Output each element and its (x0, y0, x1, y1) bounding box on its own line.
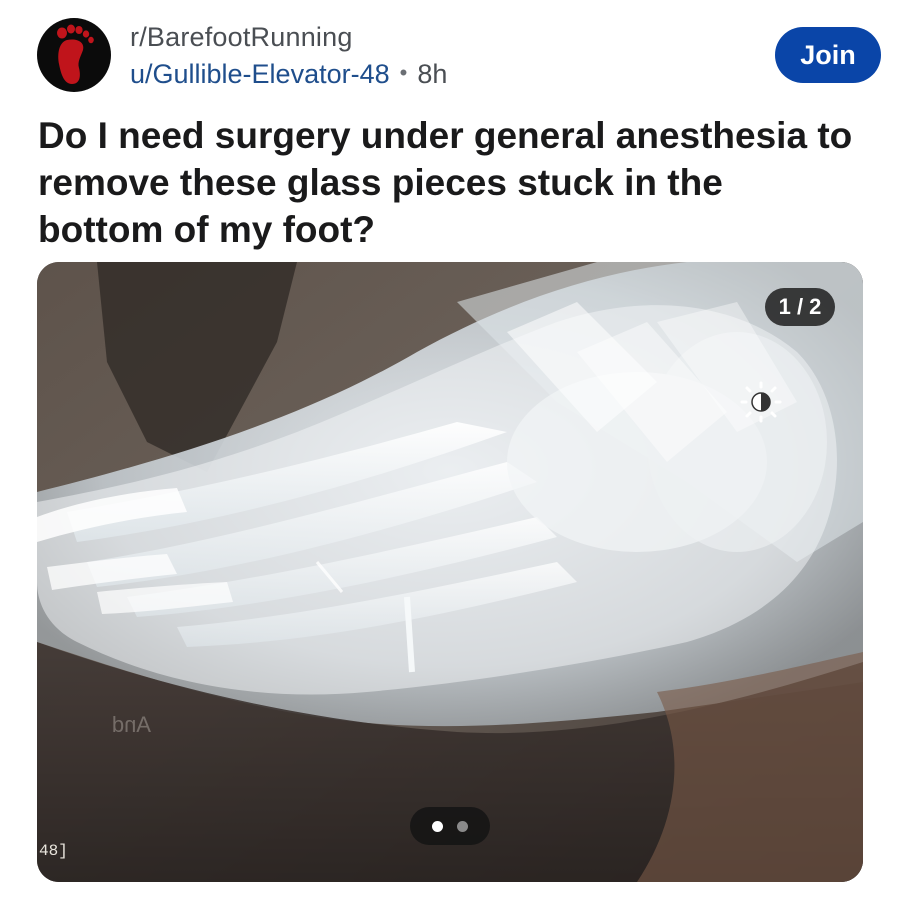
image-counter-badge: 1 / 2 (765, 288, 835, 326)
subreddit-name[interactable]: r/BarefootRunning (130, 20, 447, 54)
gallery-pager[interactable] (410, 807, 490, 845)
pager-dot-inactive[interactable] (457, 820, 468, 832)
join-button[interactable]: Join (775, 27, 881, 83)
svg-text:And: And (112, 712, 151, 737)
meta-separator: • (399, 60, 408, 85)
post-image-gallery[interactable]: And 1 / 2 48] (37, 262, 863, 882)
post-time: 8h (417, 59, 448, 89)
post-title[interactable]: Do I need surgery under general anesthes… (38, 112, 858, 253)
subreddit-avatar[interactable] (37, 18, 111, 92)
foot-xray-image: And (37, 262, 863, 882)
author-line: u/Gullible-Elevator-48 • 8h (130, 56, 447, 91)
post-header: r/BarefootRunning u/Gullible-Elevator-48… (0, 0, 900, 110)
author-username[interactable]: u/Gullible-Elevator-48 (130, 59, 390, 89)
red-footprint-icon (57, 24, 94, 84)
film-edge-label: 48] (39, 842, 68, 860)
pager-dot-active[interactable] (432, 820, 443, 832)
post-meta: r/BarefootRunning u/Gullible-Elevator-48… (130, 20, 447, 91)
